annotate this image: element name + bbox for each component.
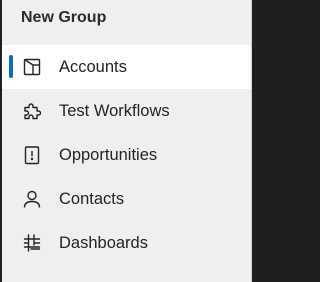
selection-indicator [9, 55, 13, 78]
sitemap-panel: New Group Accounts Test Workflows Opport… [2, 0, 252, 282]
puzzle-icon [21, 100, 43, 122]
person-icon [21, 188, 43, 210]
account-icon [21, 56, 43, 78]
dashboard-icon [21, 232, 43, 254]
nav-item-accounts[interactable]: Accounts [2, 45, 251, 89]
nav-item-label: Dashboards [59, 233, 148, 252]
nav-item-label: Opportunities [59, 145, 158, 164]
nav-item-opportunities[interactable]: Opportunities [2, 133, 251, 177]
nav-item-label: Accounts [59, 57, 127, 76]
nav-item-label: Contacts [59, 189, 125, 208]
nav-item-test-workflows[interactable]: Test Workflows [2, 89, 251, 133]
nav-list: Accounts Test Workflows Opportunities Co… [2, 45, 251, 265]
opportunity-icon [21, 144, 43, 166]
nav-item-label: Test Workflows [59, 101, 170, 120]
group-title: New Group [21, 9, 107, 26]
nav-item-contacts[interactable]: Contacts [2, 177, 251, 221]
nav-item-dashboards[interactable]: Dashboards [2, 221, 251, 265]
